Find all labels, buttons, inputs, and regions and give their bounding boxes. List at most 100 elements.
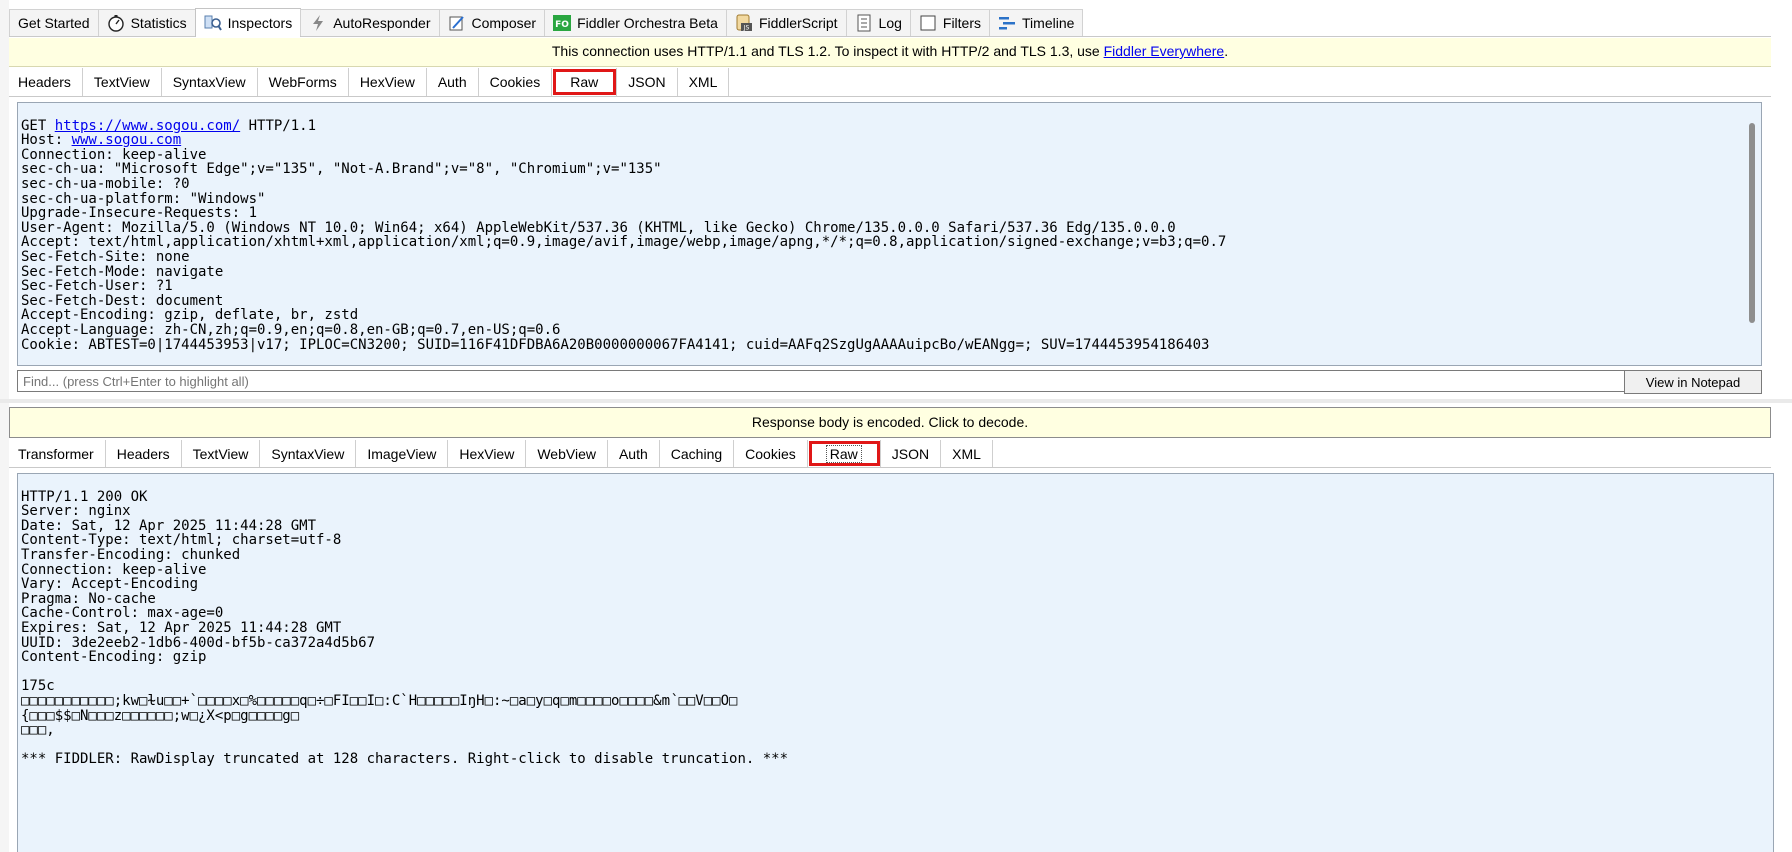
- response-inspector-tabs: Transformer Headers TextView SyntaxView …: [9, 440, 1771, 468]
- response-line: Date: Sat, 12 Apr 2025 11:44:28 GMT: [21, 517, 317, 534]
- tab-label: Log: [878, 15, 902, 31]
- tab-label: FiddlerScript: [758, 15, 838, 31]
- header-line: Sec-Fetch-Site: none: [21, 248, 190, 265]
- find-row: View in Notepad: [17, 368, 1762, 394]
- tab-label: JSON: [891, 445, 930, 462]
- response-tab-transformer[interactable]: Transformer: [9, 440, 106, 467]
- response-tab-cookies[interactable]: Cookies: [734, 440, 808, 467]
- request-tab-raw[interactable]: Raw: [552, 68, 618, 96]
- request-tab-headers[interactable]: Headers: [9, 68, 83, 96]
- find-input[interactable]: [17, 370, 1635, 392]
- tab-label: Filters: [942, 15, 982, 31]
- response-line: UUID: 3de2eeb2-1db6-400d-bf5b-ca372a4d5b…: [21, 634, 376, 651]
- response-line: HTTP/1.1 200 OK: [21, 488, 148, 505]
- response-raw-pane[interactable]: HTTP/1.1 200 OK Server: nginx Date: Sat, 1…: [17, 473, 1774, 852]
- response-tab-xml[interactable]: XML: [941, 440, 993, 467]
- request-inspector-tabs: Headers TextView SyntaxView WebForms Hex…: [9, 68, 1771, 97]
- tab-label: HexView: [359, 74, 415, 90]
- tab-label: Timeline: [1022, 15, 1075, 31]
- svg-text:JS: JS: [743, 25, 750, 32]
- response-tab-caching[interactable]: Caching: [660, 440, 735, 467]
- response-line: [21, 738, 1770, 753]
- tab-label: Caching: [670, 445, 723, 462]
- response-tab-webview[interactable]: WebView: [526, 440, 608, 467]
- response-tab-headers[interactable]: Headers: [106, 440, 182, 467]
- header-line: Accept-Encoding: gzip, deflate, br, zstd: [21, 307, 359, 324]
- header-line: sec-ch-ua-mobile: ?0: [21, 175, 190, 192]
- request-tab-auth[interactable]: Auth: [427, 68, 479, 96]
- response-tab-hexview[interactable]: HexView: [448, 440, 527, 467]
- tab-label: XML: [688, 74, 718, 90]
- view-in-notepad-button[interactable]: View in Notepad: [1624, 370, 1762, 394]
- tab-log[interactable]: Log: [845, 9, 911, 36]
- log-icon: [855, 14, 873, 32]
- request-url-link[interactable]: https://www.sogou.com/: [55, 118, 240, 134]
- main-tab-strip: Get Started Statistics Inspectors AutoRe…: [9, 8, 1771, 37]
- header-line: sec-ch-ua: "Microsoft Edge";v="135", "No…: [21, 161, 662, 178]
- host-link[interactable]: www.sogou.com: [72, 132, 182, 148]
- response-tab-auth[interactable]: Auth: [608, 440, 660, 467]
- lightning-icon: [309, 14, 327, 32]
- response-tab-textview[interactable]: TextView: [182, 440, 261, 467]
- pane-splitter[interactable]: [0, 399, 1792, 403]
- decode-notice-bar[interactable]: Response body is encoded. Click to decod…: [9, 407, 1771, 438]
- tab-fiddlerscript[interactable]: JS FiddlerScript: [725, 9, 847, 36]
- request-tab-syntaxview[interactable]: SyntaxView: [162, 68, 258, 96]
- timeline-icon: [998, 14, 1016, 32]
- header-line: Sec-Fetch-User: ?1: [21, 278, 173, 295]
- tab-composer[interactable]: Composer: [438, 9, 546, 36]
- tab-label: Cookies: [745, 445, 796, 462]
- tab-label: Fiddler Orchestra Beta: [577, 15, 718, 31]
- header-line: sec-ch-ua-platform: "Windows": [21, 190, 266, 207]
- tab-label: TextView: [192, 445, 249, 462]
- tab-label: Composer: [471, 15, 537, 31]
- request-tab-webforms[interactable]: WebForms: [258, 68, 349, 96]
- tab-label: Raw: [570, 74, 599, 90]
- host-label: Host:: [21, 132, 72, 149]
- fo-icon: FO: [553, 14, 572, 32]
- tab-label: ImageView: [367, 445, 437, 462]
- fiddler-everywhere-link[interactable]: Fiddler Everywhere: [1104, 43, 1225, 59]
- response-tab-syntaxview[interactable]: SyntaxView: [260, 440, 357, 467]
- tab-filters[interactable]: Filters: [909, 9, 991, 36]
- request-tab-json[interactable]: JSON: [617, 68, 678, 96]
- header-line: Sec-Fetch-Mode: navigate: [21, 263, 224, 280]
- tab-label: Headers: [116, 445, 170, 462]
- request-tab-textview[interactable]: TextView: [83, 68, 162, 96]
- tab-label: AutoResponder: [333, 15, 431, 31]
- response-tab-json[interactable]: JSON: [881, 440, 942, 467]
- svg-text:FO: FO: [555, 20, 569, 30]
- tab-inspectors[interactable]: Inspectors: [194, 8, 302, 37]
- script-icon: JS: [735, 14, 753, 32]
- response-line: □□□□□□□□□□□;kw□ɫu□□+`□□□□x□%□□□□□q□÷□FI□…: [21, 692, 738, 709]
- request-tab-cookies[interactable]: Cookies: [479, 68, 553, 96]
- tab-statistics[interactable]: Statistics: [97, 9, 196, 36]
- header-line: Cookie: ABTEST=0|1744453953|v17; IPLOC=C…: [21, 336, 1210, 353]
- request-tab-hexview[interactable]: HexView: [349, 68, 427, 96]
- tab-label: Headers: [18, 74, 71, 90]
- response-tab-raw[interactable]: Raw: [807, 440, 881, 467]
- request-scrollbar[interactable]: [1749, 123, 1755, 323]
- tab-label: TextView: [93, 74, 150, 90]
- response-tab-imageview[interactable]: ImageView: [356, 440, 449, 467]
- request-raw-pane[interactable]: GET https://www.sogou.com/ HTTP/1.1 Host:…: [17, 102, 1762, 366]
- tab-get-started[interactable]: Get Started: [9, 9, 99, 36]
- response-line: Vary: Accept-Encoding: [21, 576, 199, 593]
- tab-fiddler-orchestra[interactable]: FO Fiddler Orchestra Beta: [544, 9, 727, 36]
- response-line: Content-Encoding: gzip: [21, 649, 207, 666]
- tab-autoresponder[interactable]: AutoResponder: [300, 9, 440, 36]
- response-line: Cache-Control: max-age=0: [21, 605, 224, 622]
- stopwatch-icon: [107, 14, 125, 32]
- tab-label: SyntaxView: [271, 445, 345, 462]
- tab-label: Raw: [825, 444, 862, 463]
- tab-label: WebView: [537, 445, 596, 462]
- tab-label: XML: [952, 445, 981, 462]
- window-left-edge: [0, 0, 9, 852]
- tab-timeline[interactable]: Timeline: [989, 9, 1084, 36]
- request-line: GET https://www.sogou.com/ HTTP/1.1: [21, 117, 1758, 134]
- tab-label: SyntaxView: [172, 74, 246, 90]
- response-line: □□□,: [21, 722, 55, 739]
- response-line: Transfer-Encoding: chunked: [21, 546, 241, 563]
- request-tab-xml[interactable]: XML: [678, 68, 730, 96]
- request-method: GET: [21, 117, 55, 134]
